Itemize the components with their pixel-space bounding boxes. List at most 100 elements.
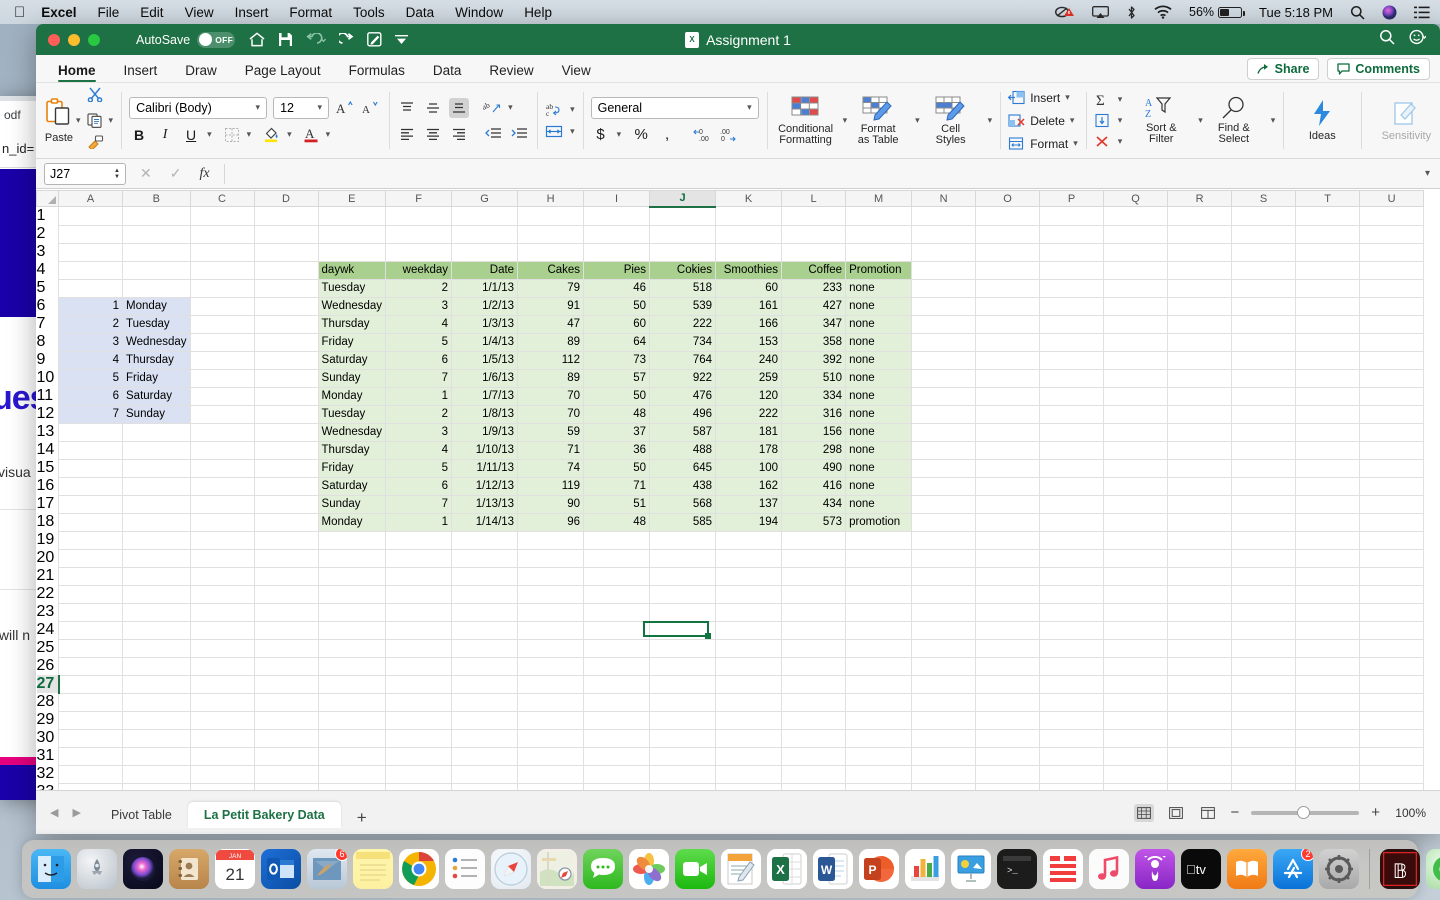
number-format-select[interactable]: General ▾: [590, 96, 759, 119]
cell-empty-L28[interactable]: [781, 692, 847, 712]
redo-icon[interactable]: [339, 32, 354, 47]
cell-empty-C3[interactable]: [189, 242, 255, 262]
cell-K18[interactable]: 194: [715, 512, 783, 532]
customize-qat-icon[interactable]: [395, 34, 409, 46]
cell-empty-R15[interactable]: [1167, 458, 1233, 478]
cell-empty-S15[interactable]: [1231, 458, 1297, 478]
cell-empty-U20[interactable]: [1359, 548, 1425, 568]
cell-empty-U11[interactable]: [1359, 386, 1425, 406]
dock-item-books[interactable]: [1227, 849, 1267, 889]
cell-F17[interactable]: 7: [385, 494, 453, 514]
cell-empty-P13[interactable]: [1039, 422, 1105, 442]
cell-empty-Q29[interactable]: [1103, 710, 1169, 730]
cell-empty-N2[interactable]: [911, 224, 977, 244]
cell-H9[interactable]: 112: [517, 350, 585, 370]
row-header-4[interactable]: 4: [37, 261, 59, 279]
cell-empty-S31[interactable]: [1231, 746, 1297, 766]
cell-empty-O27[interactable]: [975, 674, 1041, 694]
cell-empty-N17[interactable]: [911, 494, 977, 514]
edit-mode-icon[interactable]: [367, 32, 382, 47]
font-name-select[interactable]: Calibri (Body) ▾: [129, 96, 268, 119]
cell-empty-D12[interactable]: [253, 404, 319, 424]
enter-icon[interactable]: ✓: [170, 165, 182, 182]
dock-item-maps[interactable]: [537, 849, 577, 889]
cell-L9[interactable]: 392: [781, 350, 847, 370]
cell-empty-S3[interactable]: [1231, 242, 1297, 262]
zoom-slider-handle[interactable]: [1297, 805, 1311, 819]
cell-empty-B25[interactable]: [122, 638, 191, 658]
cell-empty-C26[interactable]: [189, 656, 255, 676]
row-header-32[interactable]: 32: [37, 765, 59, 783]
cell-K7[interactable]: 166: [715, 314, 783, 334]
cell-empty-H32[interactable]: [517, 764, 585, 784]
cell-empty-F22[interactable]: [385, 584, 453, 604]
cell-empty-P7[interactable]: [1039, 314, 1105, 334]
row-header-33[interactable]: 33: [37, 783, 59, 790]
cell-empty-A28[interactable]: [58, 692, 123, 712]
column-header-O[interactable]: O: [975, 190, 1041, 207]
cell-empty-S26[interactable]: [1231, 656, 1297, 676]
cell-empty-H33[interactable]: [517, 782, 585, 790]
cell-J14[interactable]: 488: [649, 440, 717, 460]
cell-G16[interactable]: 1/12/13: [451, 476, 519, 496]
cell-G9[interactable]: 1/5/13: [451, 350, 519, 370]
cell-empty-M30[interactable]: [845, 728, 913, 748]
cell-empty-C14[interactable]: [189, 440, 255, 460]
cell-empty-Q15[interactable]: [1103, 458, 1169, 478]
cell-empty-B21[interactable]: [122, 566, 191, 586]
cell-empty-C27[interactable]: [189, 674, 255, 694]
cell-empty-O1[interactable]: [975, 206, 1041, 226]
cell-G17[interactable]: 1/13/13: [451, 494, 519, 514]
cell-empty-A16[interactable]: [58, 476, 123, 496]
align-left-button[interactable]: [397, 124, 417, 144]
cell-empty-E22[interactable]: [317, 584, 387, 604]
zoom-slider[interactable]: [1251, 805, 1360, 819]
find-select-button[interactable]: Find & Select: [1203, 96, 1265, 145]
cell-empty-B22[interactable]: [122, 584, 191, 604]
chevron-down-icon[interactable]: ▾: [207, 129, 212, 140]
cell-empty-A13[interactable]: [58, 422, 123, 442]
dock-item-photos[interactable]: [629, 849, 669, 889]
dock-item-powerpoint[interactable]: P: [859, 849, 899, 889]
cell-empty-F20[interactable]: [385, 548, 453, 568]
cell-empty-L31[interactable]: [781, 746, 847, 766]
cell-G5[interactable]: 1/1/13: [451, 278, 519, 298]
cell-H12[interactable]: 70: [517, 404, 585, 424]
cell-empty-Q4[interactable]: [1103, 260, 1169, 280]
cell-empty-K3[interactable]: [715, 242, 783, 262]
cell-empty-R11[interactable]: [1167, 386, 1233, 406]
cell-empty-K2[interactable]: [715, 224, 783, 244]
cell-empty-K29[interactable]: [715, 710, 783, 730]
cell-empty-B3[interactable]: [122, 242, 191, 262]
cell-E13[interactable]: Wednesday: [317, 422, 387, 442]
fill-control[interactable]: ▾: [1094, 113, 1122, 128]
cell-empty-N27[interactable]: [911, 674, 977, 694]
cell-empty-P29[interactable]: [1039, 710, 1105, 730]
cell-F16[interactable]: 6: [385, 476, 453, 496]
chevron-down-icon[interactable]: ▾: [1271, 115, 1276, 126]
cell-H5[interactable]: 79: [517, 278, 585, 298]
cell-empty-A15[interactable]: [58, 458, 123, 478]
vpn-warning-icon[interactable]: [1055, 5, 1075, 19]
row-header-29[interactable]: 29: [37, 711, 59, 729]
cell-empty-E24[interactable]: [317, 620, 387, 640]
menu-item-format[interactable]: Format: [289, 5, 332, 20]
cell-empty-C13[interactable]: [189, 422, 255, 442]
cell-M17[interactable]: none: [845, 494, 913, 514]
dock-item-textedit[interactable]: [721, 849, 761, 889]
dock-item-reminders[interactable]: [445, 849, 485, 889]
cell-empty-I1[interactable]: [583, 206, 651, 226]
cell-empty-G19[interactable]: [451, 530, 519, 550]
cell-empty-S16[interactable]: [1231, 476, 1297, 496]
cell-empty-I28[interactable]: [583, 692, 651, 712]
cell-empty-S25[interactable]: [1231, 638, 1297, 658]
cell-K14[interactable]: 178: [715, 440, 783, 460]
cell-empty-L24[interactable]: [781, 620, 847, 640]
cell-empty-F23[interactable]: [385, 602, 453, 622]
cell-I10[interactable]: 57: [583, 368, 651, 388]
cell-empty-Q24[interactable]: [1103, 620, 1169, 640]
cell-E5[interactable]: Tuesday: [317, 278, 387, 298]
cell-empty-N22[interactable]: [911, 584, 977, 604]
cell-empty-D13[interactable]: [253, 422, 319, 442]
cell-empty-D22[interactable]: [253, 584, 319, 604]
